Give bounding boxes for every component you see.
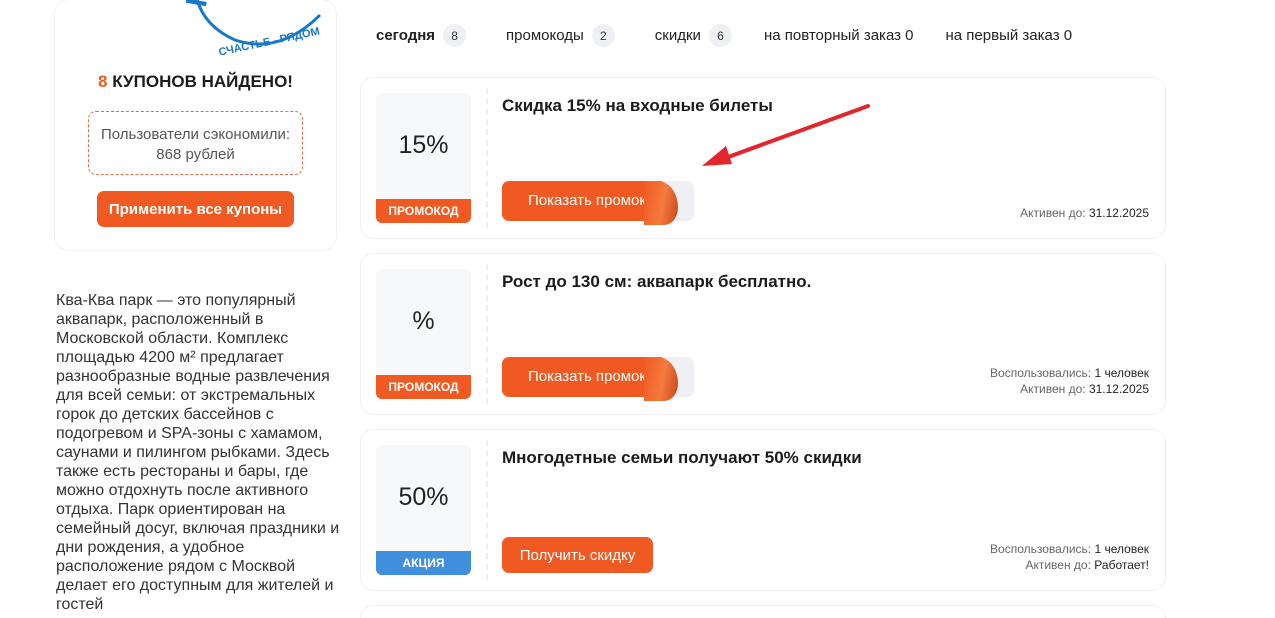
coupons-found-heading: 8 КУПОНОВ НАЙДЕНО! [55, 72, 336, 92]
used-by-value: 1 человек [1094, 542, 1149, 556]
coupon-value-box: 50% АКЦИЯ [376, 445, 471, 575]
active-until-value: 31.12.2025 [1088, 206, 1149, 220]
coupon-title: Многодетные семьи получают 50% скидки [502, 448, 862, 467]
show-promocode-label: Показать промокод [502, 181, 662, 221]
logo-letters: КВ [185, 0, 219, 9]
users-saved-box: Пользователи сэкономили: 868 рублей [88, 111, 303, 175]
coupon-type-badge: ПРОМОКОД [376, 199, 471, 223]
tab-promocodes-count: 2 [591, 24, 615, 47]
coupon-card-partial [361, 606, 1165, 618]
coupon-filter-tabs: сегодня 8 промокоды 2 скидки 6 на повтор… [376, 24, 1104, 47]
coupon-card: % ПРОМОКОД Рост до 130 см: аквапарк бесп… [361, 254, 1165, 414]
show-promocode-button[interactable]: Показать промокод [502, 357, 694, 401]
coupon-summary-card: КВ СЧАСТЬЕ - РЯДОМ 8 КУПОНОВ НАЙДЕНО! По… [55, 0, 336, 250]
tab-promocodes-label: промокоды [506, 27, 584, 44]
active-until-value: Работает! [1094, 558, 1149, 572]
annotation-arrow-icon [702, 104, 870, 166]
get-discount-button[interactable]: Получить скидку [502, 537, 653, 573]
active-until-label: Активен до: [1020, 382, 1086, 396]
coupon-meta: Воспользовались: 1 человек Активен до: 3… [990, 365, 1149, 397]
apply-all-coupons-button[interactable]: Применить все купоны [97, 191, 294, 227]
used-by-value: 1 человек [1094, 366, 1149, 380]
coupon-divider [486, 88, 488, 228]
coupons-found-label: КУПОНОВ НАЙДЕНО! [112, 72, 293, 91]
coupon-value-box: % ПРОМОКОД [376, 269, 471, 399]
tab-discounts-label: скидки [654, 27, 701, 44]
peel-corner-icon [644, 357, 678, 401]
coupon-meta: Воспользовались: 1 человек Активен до: Р… [990, 541, 1149, 573]
tab-discounts-count: 6 [708, 24, 732, 47]
tab-first-order-label: на первый заказ 0 [945, 27, 1073, 44]
coupon-card: 50% АКЦИЯ Многодетные семьи получают 50%… [361, 430, 1165, 590]
coupon-divider [486, 264, 488, 404]
tab-discounts[interactable]: скидки 6 [655, 24, 732, 47]
coupon-meta: Активен до: 31.12.2025 [1020, 205, 1149, 221]
kva-kva-logo: КВ СЧАСТЬЕ - РЯДОМ [185, 0, 322, 55]
coupon-value: 50% [398, 483, 449, 511]
active-until-label: Активен до: [1020, 206, 1086, 220]
tab-today-label: сегодня [376, 27, 436, 44]
coupon-type-badge: АКЦИЯ [376, 551, 471, 575]
coupon-value: % [412, 307, 435, 335]
peel-corner-icon [644, 181, 678, 225]
coupon-type-badge: ПРОМОКОД [376, 375, 471, 399]
tab-today[interactable]: сегодня 8 [376, 24, 467, 47]
tab-repeat-order[interactable]: на повторный заказ 0 [764, 27, 914, 44]
tab-first-order[interactable]: на первый заказ 0 [946, 27, 1073, 44]
used-by-label: Воспользовались: [990, 542, 1092, 556]
coupon-value: 15% [398, 131, 449, 159]
show-promocode-button[interactable]: Показать промокод [502, 181, 694, 225]
coupons-found-count: 8 [98, 72, 108, 91]
show-promocode-label: Показать промокод [502, 357, 662, 397]
active-until-value: 31.12.2025 [1088, 382, 1149, 396]
tab-repeat-order-label: на повторный заказ 0 [763, 27, 914, 44]
coupon-title: Рост до 130 см: аквапарк бесплатно. [502, 272, 812, 291]
store-description: Ква-Ква парк — это популярный аквапарк, … [56, 292, 340, 613]
used-by-label: Воспользовались: [990, 366, 1092, 380]
coupon-divider [486, 440, 488, 580]
tab-promocodes[interactable]: промокоды 2 [506, 24, 615, 47]
coupon-value-box: 15% ПРОМОКОД [376, 93, 471, 223]
active-until-label: Активен до: [1025, 558, 1091, 572]
tab-today-count: 8 [443, 24, 467, 47]
